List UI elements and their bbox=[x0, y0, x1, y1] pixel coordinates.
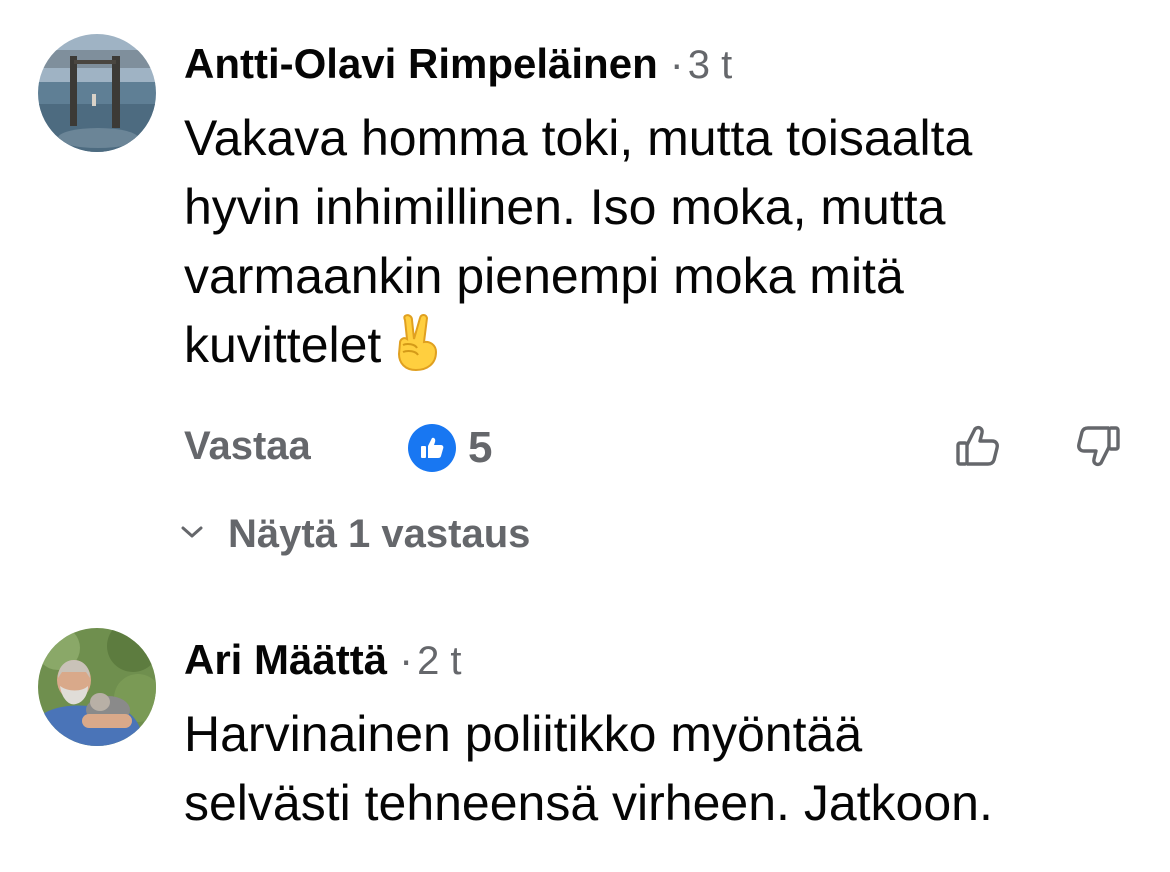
comment: Ari Määttä · 2 t Harvinainen poliitikko my… bbox=[0, 600, 1170, 872]
chevron-down-icon bbox=[180, 524, 204, 545]
comment-body: Vakava homma toki, mutta toisaalta hyvin… bbox=[184, 110, 973, 373]
comment-text: Harvinainen poliitikko myöntää selvästi … bbox=[184, 700, 1144, 838]
author-name[interactable]: Antti-Olavi Rimpeläinen bbox=[184, 40, 658, 87]
separator-dot: · bbox=[399, 636, 414, 683]
reaction-summary[interactable]: 5 bbox=[408, 420, 492, 476]
show-replies-label: Näytä 1 vastaus bbox=[228, 512, 531, 556]
comment-actions: Vastaa 5 bbox=[184, 420, 1134, 476]
comment-body: Harvinainen poliitikko myöntää selvästi … bbox=[184, 706, 993, 831]
victory-hand-emoji bbox=[391, 312, 443, 390]
thumbs-up-outline-icon[interactable] bbox=[954, 422, 1002, 475]
thumbs-down-outline-icon[interactable] bbox=[1074, 422, 1122, 475]
avatar-photo bbox=[38, 34, 156, 152]
comment: Antti-Olavi Rimpeläinen · 3 t Vakava homma… bbox=[0, 0, 1170, 600]
avatar[interactable] bbox=[38, 34, 156, 152]
timestamp[interactable]: 3 t bbox=[688, 43, 732, 87]
comment-header: Antti-Olavi Rimpeläinen · 3 t bbox=[184, 40, 732, 88]
comment-text: Vakava homma toki, mutta toisaalta hyvin… bbox=[184, 104, 1144, 390]
comment-header: Ari Määttä · 2 t bbox=[184, 636, 462, 684]
show-replies-button[interactable]: Näytä 1 vastaus bbox=[180, 512, 530, 557]
reply-button[interactable]: Vastaa bbox=[184, 424, 311, 469]
reaction-count: 5 bbox=[468, 423, 493, 472]
author-name[interactable]: Ari Määttä bbox=[184, 636, 387, 683]
like-icon bbox=[408, 424, 456, 472]
timestamp[interactable]: 2 t bbox=[417, 639, 461, 683]
avatar-photo bbox=[38, 628, 156, 746]
separator-dot: · bbox=[669, 40, 684, 87]
avatar[interactable] bbox=[38, 628, 156, 746]
